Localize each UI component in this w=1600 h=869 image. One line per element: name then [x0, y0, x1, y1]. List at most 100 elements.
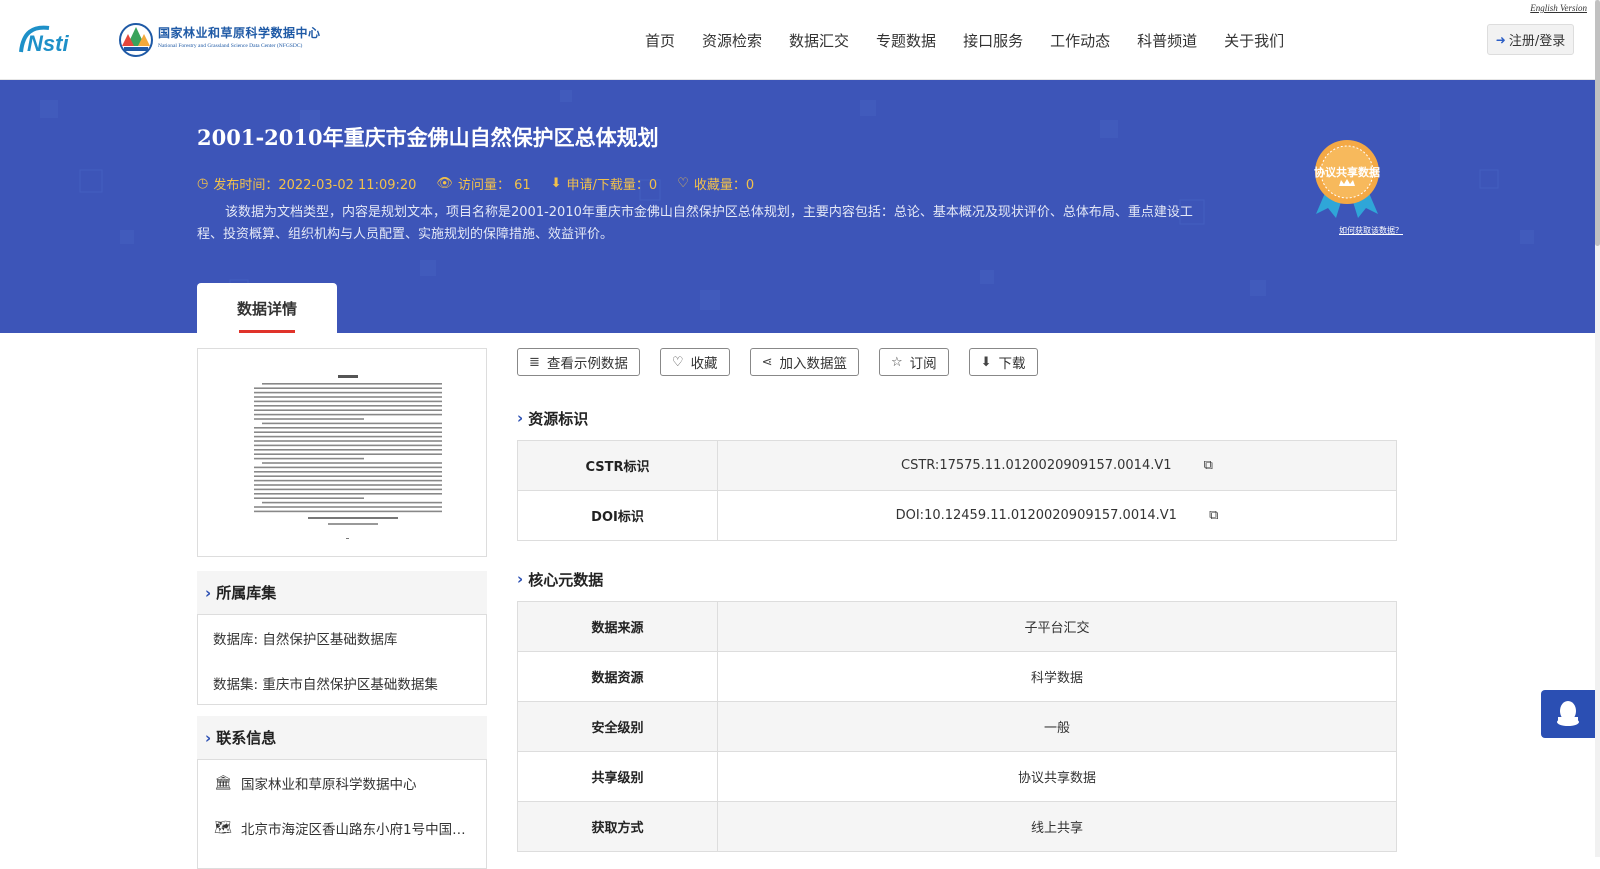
cstr-value: CSTR:17575.11.0120020909157.0014.V1: [901, 458, 1172, 473]
core-metadata-heading-text: 核心元数据: [528, 570, 604, 589]
doc-text-line: [262, 462, 442, 464]
nav-science-channel[interactable]: 科普频道: [1137, 30, 1197, 51]
nav-topic-data[interactable]: 专题数据: [876, 30, 936, 51]
clock-icon: ◷: [197, 176, 209, 191]
view-sample-label: 查看示例数据: [546, 356, 628, 372]
visit-count-text: 访问量： 61: [457, 178, 531, 193]
download-button[interactable]: ⬇ 下载: [968, 348, 1038, 376]
add-to-basket-button[interactable]: ⋖ 加入数据篮: [749, 348, 859, 376]
doi-key: DOI标识: [517, 490, 718, 541]
doc-text-line: [254, 506, 442, 508]
map-icon: 🗺: [214, 819, 232, 836]
how-to-get-data-link[interactable]: 如何获取该数据？: [1339, 225, 1403, 236]
collection-list: 数据库: 自然保护区基础数据库 数据集: 重庆市自然保护区基础数据集: [197, 614, 487, 705]
resource-id-heading-text: 资源标识: [528, 409, 589, 428]
chevron-right-icon: ›: [517, 409, 524, 427]
meta-key: 数据来源: [517, 601, 718, 652]
star-icon: ☆: [890, 354, 903, 370]
view-sample-data-button[interactable]: ≣ 查看示例数据: [517, 348, 640, 376]
scrollbar-thumb[interactable]: [1595, 0, 1600, 246]
chevron-right-icon: ›: [205, 728, 212, 747]
meta-key: 安全级别: [517, 701, 718, 752]
download-icon: ⬇: [980, 354, 992, 370]
meta-key: 共享级别: [517, 751, 718, 802]
publish-time-text: 发布时间：2022-03-02 11:09:20: [213, 178, 417, 193]
contact-list: 🏛 国家林业和草原科学数据中心 🗺 北京市海淀区香山路东小府1号中国…: [197, 759, 487, 869]
doc-text-line: [262, 422, 442, 425]
doc-text-line: [254, 418, 364, 420]
doc-text-line: [254, 449, 442, 451]
doc-text-line: [254, 493, 442, 495]
table-row: 获取方式 线上共享: [517, 801, 1397, 852]
dataset-title: 2001-2010年重庆市金佛山自然保护区总体规划: [197, 125, 659, 150]
doc-text-line: [262, 501, 442, 504]
favorite-button[interactable]: ♡ 收藏: [659, 348, 730, 376]
list-item[interactable]: 数据库: 自然保护区基础数据库: [198, 615, 486, 660]
doc-text-line: [254, 466, 442, 469]
contact-heading-text: 联系信息: [216, 729, 277, 747]
share-icon: ⋖: [761, 354, 773, 370]
table-row: DOI标识 DOI:10.12459.11.0120020909157.0014…: [517, 490, 1397, 541]
meta-key: 数据资源: [517, 651, 718, 702]
qq-penguin-icon: [1557, 701, 1579, 726]
list-item[interactable]: 数据集: 重庆市自然保护区基础数据集: [198, 660, 486, 705]
dataset-meta: ◷ 发布时间：2022-03-02 11:09:20 👁 访问量： 61 ⬇ 申…: [197, 174, 774, 193]
copy-icon[interactable]: ⧉: [1209, 508, 1218, 523]
subscribe-label: 订阅: [909, 356, 937, 372]
resource-id-heading: › 资源标识: [517, 403, 588, 433]
login-register-button[interactable]: ➜ 注册/登录: [1487, 24, 1574, 55]
chevron-right-icon: ›: [517, 570, 524, 588]
nav-about-us[interactable]: 关于我们: [1224, 30, 1284, 51]
org-name-en: National Forestry and Grassland Science …: [158, 43, 303, 49]
contact-heading: › 联系信息: [197, 716, 487, 759]
institution-icon: 🏛: [214, 774, 232, 791]
nav-api-service[interactable]: 接口服务: [963, 30, 1023, 51]
visit-count: 👁 访问量： 61: [436, 174, 530, 193]
eye-icon: 👁: [436, 176, 453, 191]
subscribe-button[interactable]: ☆ 订阅: [878, 348, 949, 376]
cstr-value-cell: CSTR:17575.11.0120020909157.0014.V1 ⧉: [717, 440, 1397, 491]
copy-icon[interactable]: ⧉: [1204, 458, 1213, 473]
doi-value-cell: DOI:10.12459.11.0120020909157.0014.V1 ⧉: [717, 490, 1397, 541]
document-preview-image: [250, 371, 446, 541]
qq-chat-button[interactable]: [1541, 690, 1595, 738]
share-level-badge: 协议共享数据: [1314, 140, 1380, 218]
page-scrollbar[interactable]: [1595, 0, 1600, 857]
action-toolbar: ≣ 查看示例数据 ♡ 收藏 ⋖ 加入数据篮 ☆ 订阅 ⬇ 下载: [517, 348, 1058, 376]
core-metadata-table: 数据来源 子平台汇交 数据资源 科学数据 安全级别 一般 共享级别 协议共享数据…: [517, 601, 1397, 852]
nav-news[interactable]: 工作动态: [1050, 30, 1110, 51]
doc-text-line: [254, 400, 442, 403]
doc-text-line: [254, 440, 442, 442]
nav-resource-search[interactable]: 资源检索: [702, 30, 762, 51]
meta-value: 子平台汇交: [717, 601, 1397, 652]
tab-data-details[interactable]: 数据详情: [197, 283, 337, 333]
nav-home[interactable]: 首页: [645, 30, 675, 51]
english-version-link[interactable]: English Version: [1530, 3, 1587, 13]
meta-value: 协议共享数据: [717, 751, 1397, 802]
dataset-description: 该数据为文档类型，内容是规划文本，项目名称是2001-2010年重庆市金佛山自然…: [197, 205, 1193, 242]
contact-address: 北京市海淀区香山路东小府1号中国…: [241, 821, 466, 838]
doc-text-line: [254, 413, 442, 416]
cstr-key: CSTR标识: [517, 440, 718, 491]
table-row: 数据来源 子平台汇交: [517, 601, 1397, 652]
nfgsdc-logo[interactable]: 国家林业和草原科学数据中心 National Forestry and Gras…: [118, 22, 340, 58]
doc-text-line: [262, 383, 442, 385]
dataset-link[interactable]: 数据集: 重庆市自然保护区基础数据集: [213, 673, 438, 693]
doc-text-line: [254, 488, 442, 491]
table-row: 共享级别 协议共享数据: [517, 751, 1397, 802]
doi-value: DOI:10.12459.11.0120020909157.0014.V1: [895, 508, 1177, 523]
document-thumbnail[interactable]: [197, 348, 487, 557]
download-count-text: 申请/下载量：0: [566, 178, 658, 193]
nav-data-submission[interactable]: 数据汇交: [789, 30, 849, 51]
doc-text-line: [254, 497, 364, 499]
doc-text-line: [254, 409, 442, 411]
doc-text-line: [254, 444, 442, 447]
nsti-logo[interactable]: Nsti: [19, 22, 97, 56]
contact-org: 国家林业和草原科学数据中心: [241, 776, 417, 793]
heart-icon: ♡: [677, 176, 689, 191]
dataset-banner: 2001-2010年重庆市金佛山自然保护区总体规划 ◷ 发布时间：2022-03…: [0, 80, 1595, 333]
collection-heading: › 所属库集: [197, 571, 487, 614]
meta-value: 科学数据: [717, 651, 1397, 702]
database-icon: ≣: [529, 354, 540, 370]
database-link[interactable]: 数据库: 自然保护区基础数据库: [213, 628, 397, 648]
